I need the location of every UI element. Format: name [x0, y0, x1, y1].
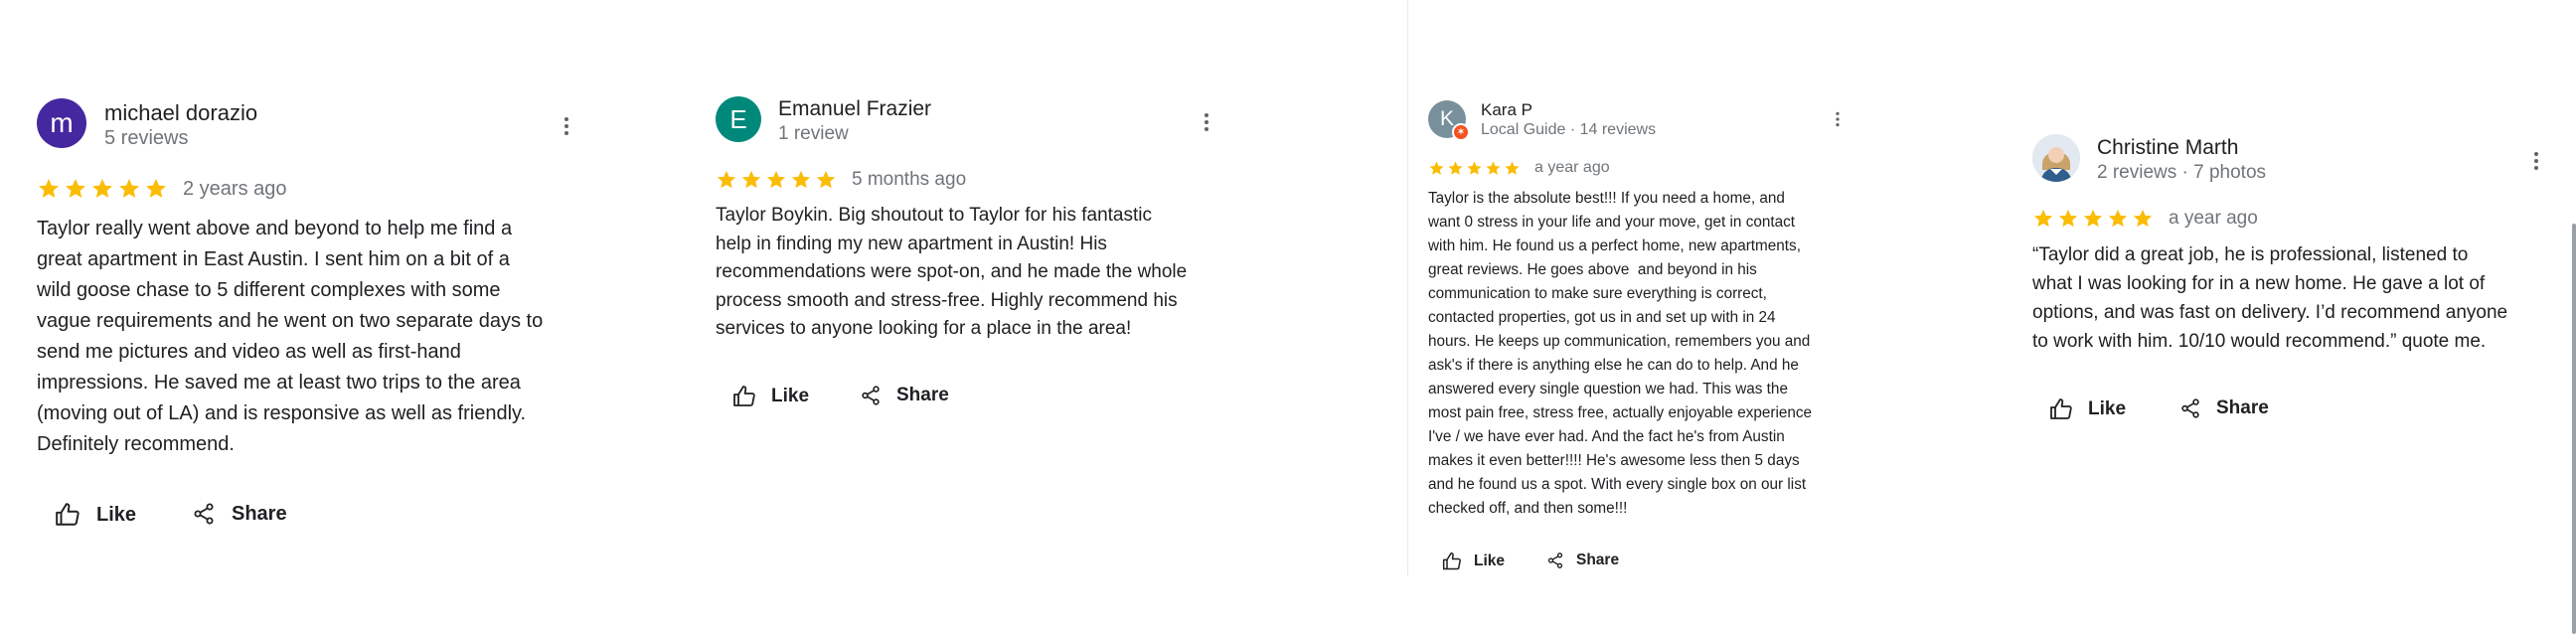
like-label: Like: [2088, 398, 2127, 419]
more-vert-icon: [2534, 152, 2538, 170]
rating-row: a year ago: [1428, 159, 1610, 177]
star-icon: [717, 170, 736, 189]
thumb-up-icon: [733, 386, 755, 406]
star-icon: [1448, 160, 1463, 175]
scrollbar[interactable]: [2572, 224, 2576, 634]
star-icon: [791, 170, 811, 189]
profile-photo-icon: [2032, 134, 2080, 182]
star-icon: [92, 179, 112, 198]
share-button[interactable]: Share: [192, 502, 287, 526]
avatar[interactable]: E: [716, 96, 761, 142]
reviewer-meta[interactable]: 1 review: [778, 123, 849, 145]
share-button[interactable]: Share: [860, 385, 949, 406]
avatar[interactable]: m: [37, 98, 86, 148]
reviewer-name[interactable]: Kara P: [1481, 100, 1532, 120]
share-icon: [1547, 553, 1563, 568]
share-icon: [862, 386, 880, 405]
like-label: Like: [771, 386, 810, 406]
more-vert-icon: [1836, 111, 1840, 127]
star-rating: [1428, 160, 1523, 177]
star-rating: [37, 177, 171, 201]
like-label: Like: [1474, 553, 1506, 569]
rating-row: 2 years ago: [37, 177, 287, 201]
rating-row: a year ago: [2032, 208, 2258, 230]
avatar-letter: m: [50, 107, 74, 138]
more-options-button[interactable]: [2526, 149, 2546, 178]
star-icon: [1486, 160, 1501, 175]
avatar-photo[interactable]: [2032, 134, 2080, 182]
more-options-button[interactable]: [557, 114, 576, 143]
star-icon: [2133, 209, 2153, 228]
like-button[interactable]: Like: [732, 385, 809, 408]
like-button[interactable]: Like: [2049, 397, 2126, 421]
reviewer-name[interactable]: Emanuel Frazier: [778, 97, 931, 121]
review-time: a year ago: [1534, 159, 1610, 176]
share-button[interactable]: Share: [1546, 552, 1619, 569]
star-icon: [2058, 209, 2078, 228]
star-icon: [39, 179, 59, 198]
reviewer-name[interactable]: Christine Marth: [2097, 136, 2238, 160]
review-text: Taylor is the absolute best!!! If you ne…: [1428, 190, 1813, 517]
thumb-up-icon: [2050, 398, 2072, 419]
reviewer-meta[interactable]: Local Guide · 14 reviews: [1481, 121, 1656, 139]
thumb-up-icon: [56, 503, 80, 526]
review-time: 5 months ago: [852, 169, 967, 190]
more-options-button[interactable]: [1830, 109, 1846, 134]
star-icon: [741, 170, 761, 189]
reviewer-meta[interactable]: 2 reviews · 7 photos: [2097, 162, 2266, 184]
review-text: “Taylor did a great job, he is professio…: [2032, 244, 2508, 352]
star-icon: [816, 170, 836, 189]
reviewer-name[interactable]: michael dorazio: [104, 100, 257, 126]
star-rating: [716, 169, 840, 191]
share-label: Share: [1576, 552, 1620, 568]
star-icon: [119, 179, 139, 198]
review-time: a year ago: [2169, 208, 2258, 229]
star-icon: [1467, 160, 1482, 175]
star-icon: [1505, 160, 1520, 175]
star-icon: [2083, 209, 2103, 228]
review-text: Taylor really went above and beyond to h…: [37, 218, 544, 455]
column-divider: [1407, 0, 1408, 576]
review-time: 2 years ago: [183, 177, 287, 200]
share-label: Share: [896, 385, 949, 405]
share-icon: [194, 503, 214, 525]
share-icon: [2181, 398, 2199, 418]
share-label: Share: [2216, 397, 2269, 418]
rating-row: 5 months ago: [716, 169, 966, 191]
star-icon: [66, 179, 85, 198]
avatar-letter: E: [729, 103, 747, 134]
star-icon: [2033, 209, 2053, 228]
like-button[interactable]: Like: [55, 502, 136, 528]
more-vert-icon: [564, 117, 568, 135]
star-icon: [766, 170, 786, 189]
share-button[interactable]: Share: [2179, 397, 2269, 419]
star-icon: [2108, 209, 2128, 228]
like-label: Like: [96, 503, 137, 526]
more-vert-icon: [1205, 113, 1208, 131]
star-rating: [2032, 208, 2157, 230]
local-guide-badge-icon: ✶: [1452, 123, 1470, 141]
star-icon: [1429, 160, 1444, 175]
reviewer-meta[interactable]: 5 reviews: [104, 127, 188, 150]
thumb-up-icon: [1442, 552, 1461, 570]
more-options-button[interactable]: [1197, 110, 1216, 139]
review-text: Taylor Boykin. Big shoutout to Taylor fo…: [716, 205, 1188, 339]
star-icon: [146, 179, 166, 198]
share-label: Share: [232, 502, 287, 525]
like-button[interactable]: Like: [1442, 552, 1505, 571]
